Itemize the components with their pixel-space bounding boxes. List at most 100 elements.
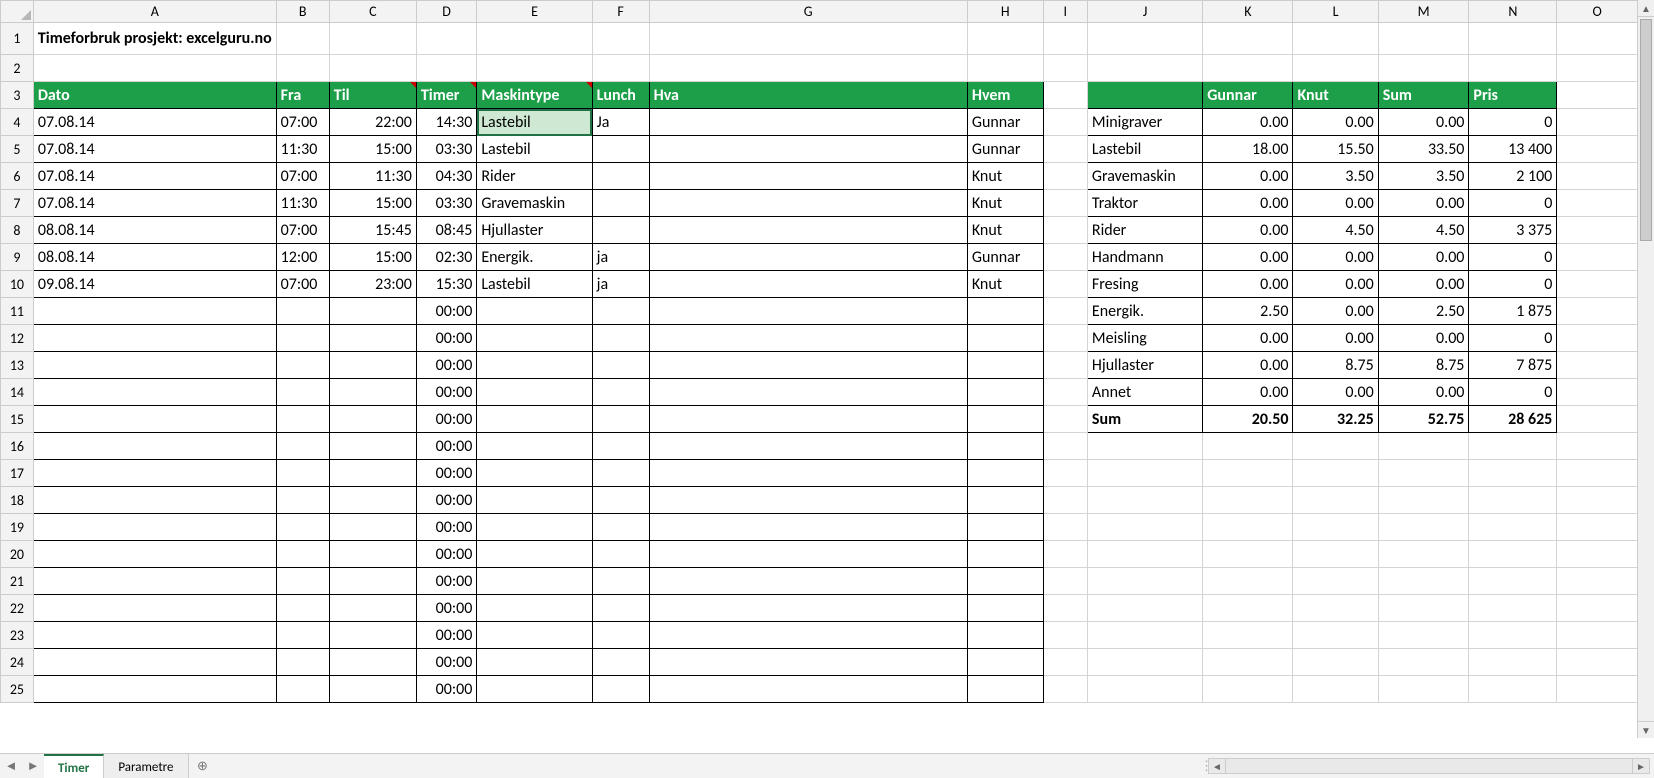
cell-I5[interactable] bbox=[1043, 136, 1087, 163]
cell-I8[interactable] bbox=[1043, 217, 1087, 244]
cell-F19[interactable] bbox=[592, 514, 649, 541]
cell-A19[interactable] bbox=[33, 514, 276, 541]
cell-J18[interactable] bbox=[1087, 487, 1202, 514]
cell-J24[interactable] bbox=[1087, 649, 1202, 676]
cell-timer-10[interactable]: 15:30 bbox=[416, 271, 476, 298]
summary-label-9[interactable]: Handmann bbox=[1087, 244, 1202, 271]
cell-G1[interactable] bbox=[649, 23, 967, 55]
cell-F22[interactable] bbox=[592, 595, 649, 622]
cell-B20[interactable] bbox=[276, 541, 329, 568]
cell-dato-9[interactable]: 08.08.14 bbox=[33, 244, 276, 271]
cell-fra-9[interactable]: 12:00 bbox=[276, 244, 329, 271]
cell-J19[interactable] bbox=[1087, 514, 1202, 541]
cell-F1[interactable] bbox=[592, 23, 649, 55]
cell-I21[interactable] bbox=[1043, 568, 1087, 595]
summary-total-gunnar[interactable]: 20.50 bbox=[1203, 406, 1293, 433]
cell-G23[interactable] bbox=[649, 622, 967, 649]
summary-sum-4[interactable]: 0.00 bbox=[1378, 109, 1469, 136]
cell-A18[interactable] bbox=[33, 487, 276, 514]
cell-til-9[interactable]: 15:00 bbox=[329, 244, 416, 271]
summary-knut-6[interactable]: 3.50 bbox=[1293, 163, 1378, 190]
cell-C25[interactable] bbox=[329, 676, 416, 703]
summary-knut-14[interactable]: 0.00 bbox=[1293, 379, 1378, 406]
cell-A11[interactable] bbox=[33, 298, 276, 325]
summary-sum-9[interactable]: 0.00 bbox=[1378, 244, 1469, 271]
spreadsheet-grid[interactable]: ABCDEFGHIJKLMNO1Timeforbruk prosjekt: ex… bbox=[0, 0, 1638, 738]
cell-lunch-5[interactable] bbox=[592, 136, 649, 163]
cell-B2[interactable] bbox=[276, 55, 329, 82]
cell-O13[interactable] bbox=[1557, 352, 1638, 379]
cell-timer-22[interactable]: 00:00 bbox=[416, 595, 476, 622]
cell-dato-10[interactable]: 09.08.14 bbox=[33, 271, 276, 298]
row-header-9[interactable]: 9 bbox=[1, 244, 34, 271]
cell-E1[interactable] bbox=[477, 23, 592, 55]
cell-L1[interactable] bbox=[1293, 23, 1378, 55]
summary-sum-13[interactable]: 8.75 bbox=[1378, 352, 1469, 379]
summary-knut-13[interactable]: 8.75 bbox=[1293, 352, 1378, 379]
cell-A2[interactable] bbox=[33, 55, 276, 82]
cell-H23[interactable] bbox=[967, 622, 1043, 649]
sheet-tab-timer[interactable]: Timer bbox=[44, 754, 104, 778]
cell-timer-7[interactable]: 03:30 bbox=[416, 190, 476, 217]
cell-I23[interactable] bbox=[1043, 622, 1087, 649]
summary-header-Sum[interactable]: Sum bbox=[1378, 82, 1469, 109]
cell-E19[interactable] bbox=[477, 514, 592, 541]
main-header-hvem[interactable]: Hvem bbox=[967, 82, 1043, 109]
row-header-25[interactable]: 25 bbox=[1, 676, 34, 703]
cell-G14[interactable] bbox=[649, 379, 967, 406]
cell-I6[interactable] bbox=[1043, 163, 1087, 190]
cell-I19[interactable] bbox=[1043, 514, 1087, 541]
summary-pris-14[interactable]: 0 bbox=[1469, 379, 1557, 406]
cell-A25[interactable] bbox=[33, 676, 276, 703]
cell-M25[interactable] bbox=[1378, 676, 1469, 703]
col-header-M[interactable]: M bbox=[1378, 1, 1469, 23]
summary-label-10[interactable]: Fresing bbox=[1087, 271, 1202, 298]
row-header-18[interactable]: 18 bbox=[1, 487, 34, 514]
row-header-21[interactable]: 21 bbox=[1, 568, 34, 595]
row-header-14[interactable]: 14 bbox=[1, 379, 34, 406]
horizontal-scrollbar[interactable]: ◄ ► bbox=[1208, 758, 1650, 774]
cell-A14[interactable] bbox=[33, 379, 276, 406]
cell-N2[interactable] bbox=[1469, 55, 1557, 82]
cell-dato-5[interactable]: 07.08.14 bbox=[33, 136, 276, 163]
summary-sum-6[interactable]: 3.50 bbox=[1378, 163, 1469, 190]
cell-O18[interactable] bbox=[1557, 487, 1638, 514]
cell-hva-6[interactable] bbox=[649, 163, 967, 190]
cell-I4[interactable] bbox=[1043, 109, 1087, 136]
cell-H1[interactable] bbox=[967, 23, 1043, 55]
cell-F17[interactable] bbox=[592, 460, 649, 487]
cell-F14[interactable] bbox=[592, 379, 649, 406]
cell-N1[interactable] bbox=[1469, 23, 1557, 55]
cell-hva-5[interactable] bbox=[649, 136, 967, 163]
cell-G21[interactable] bbox=[649, 568, 967, 595]
summary-label-8[interactable]: Rider bbox=[1087, 217, 1202, 244]
sheet-tab-parametre[interactable]: Parametre bbox=[104, 754, 188, 778]
row-header-6[interactable]: 6 bbox=[1, 163, 34, 190]
page-title[interactable]: Timeforbruk prosjekt: excelguru.no bbox=[33, 23, 276, 55]
cell-E22[interactable] bbox=[477, 595, 592, 622]
cell-K19[interactable] bbox=[1203, 514, 1293, 541]
cell-G20[interactable] bbox=[649, 541, 967, 568]
cell-H25[interactable] bbox=[967, 676, 1043, 703]
cell-lunch-6[interactable] bbox=[592, 163, 649, 190]
summary-label-6[interactable]: Gravemaskin bbox=[1087, 163, 1202, 190]
cell-I15[interactable] bbox=[1043, 406, 1087, 433]
cell-C19[interactable] bbox=[329, 514, 416, 541]
cell-N20[interactable] bbox=[1469, 541, 1557, 568]
cell-H22[interactable] bbox=[967, 595, 1043, 622]
summary-label-13[interactable]: Hjullaster bbox=[1087, 352, 1202, 379]
cell-til-7[interactable]: 15:00 bbox=[329, 190, 416, 217]
row-header-19[interactable]: 19 bbox=[1, 514, 34, 541]
row-header-8[interactable]: 8 bbox=[1, 217, 34, 244]
cell-B18[interactable] bbox=[276, 487, 329, 514]
cell-I22[interactable] bbox=[1043, 595, 1087, 622]
hscroll-left-icon[interactable]: ◄ bbox=[1209, 759, 1226, 773]
cell-E15[interactable] bbox=[477, 406, 592, 433]
summary-knut-9[interactable]: 0.00 bbox=[1293, 244, 1378, 271]
cell-I16[interactable] bbox=[1043, 433, 1087, 460]
cell-fra-10[interactable]: 07:00 bbox=[276, 271, 329, 298]
cell-M16[interactable] bbox=[1378, 433, 1469, 460]
col-header-F[interactable]: F bbox=[592, 1, 649, 23]
main-header-timer[interactable]: Timer bbox=[416, 82, 476, 109]
cell-lunch-7[interactable] bbox=[592, 190, 649, 217]
